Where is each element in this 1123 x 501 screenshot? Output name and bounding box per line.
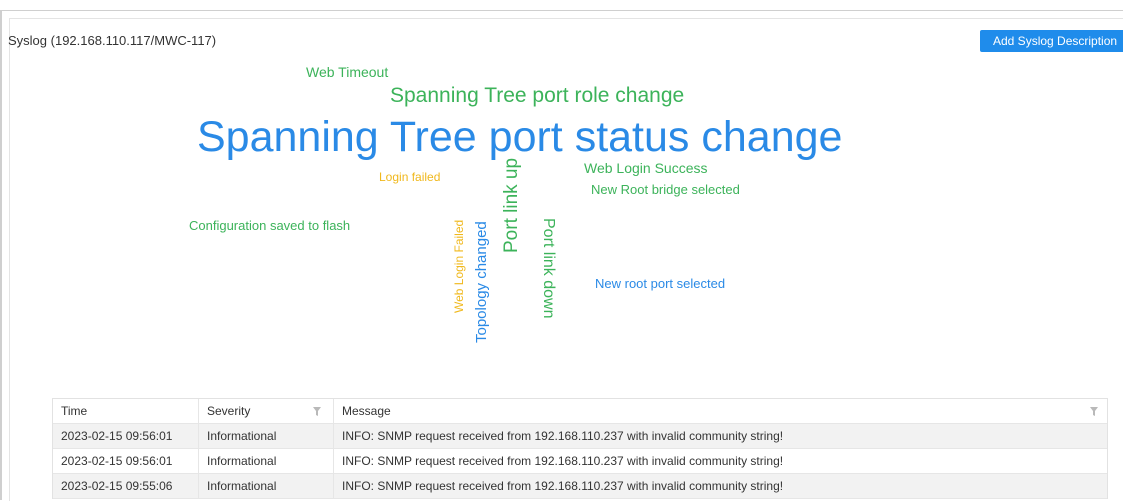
syslog-table: Time Severity Message 2023-02-15 09:56:0… — [52, 398, 1108, 499]
word-web-timeout[interactable]: Web Timeout — [306, 65, 388, 79]
word-new-root-port-selected[interactable]: New root port selected — [595, 277, 725, 290]
filter-icon[interactable] — [313, 407, 321, 416]
table-body: 2023-02-15 09:56:01 Informational INFO: … — [53, 424, 1107, 499]
cell-time: 2023-02-15 09:56:01 — [53, 449, 199, 473]
table-header: Time Severity Message — [53, 399, 1107, 424]
cell-time: 2023-02-15 09:56:01 — [53, 424, 199, 448]
table-row[interactable]: 2023-02-15 09:56:01 Informational INFO: … — [53, 424, 1107, 449]
word-topology-changed[interactable]: Topology changed — [473, 221, 490, 343]
column-header-severity-label: Severity — [207, 404, 251, 418]
column-header-message-label: Message — [342, 404, 391, 418]
table-row[interactable]: 2023-02-15 09:55:06 Informational INFO: … — [53, 474, 1107, 499]
add-syslog-description-button[interactable]: Add Syslog Description — [980, 30, 1123, 52]
word-web-login-success[interactable]: Web Login Success — [584, 161, 707, 175]
window-border-left — [0, 10, 2, 500]
column-header-message[interactable]: Message — [334, 399, 1107, 423]
word-spanning-tree-port-role-change[interactable]: Spanning Tree port role change — [390, 85, 684, 106]
word-login-failed[interactable]: Login failed — [379, 171, 440, 183]
cell-message: INFO: SNMP request received from 192.168… — [342, 479, 784, 493]
filter-icon[interactable] — [1090, 407, 1098, 416]
cell-severity: Informational — [199, 424, 334, 448]
column-header-time[interactable]: Time — [53, 399, 199, 423]
panel-title: Syslog (192.168.110.117/MWC-117) — [8, 33, 217, 48]
word-spanning-tree-port-status-change[interactable]: Spanning Tree port status change — [197, 116, 842, 159]
cell-time: 2023-02-15 09:55:06 — [53, 474, 199, 498]
column-header-time-label: Time — [61, 404, 88, 418]
word-configuration-saved-to-flash[interactable]: Configuration saved to flash — [189, 219, 350, 232]
word-port-link-up[interactable]: Port link up — [501, 158, 522, 253]
word-web-login-failed[interactable]: Web Login Failed — [452, 220, 466, 313]
word-port-link-down[interactable]: Port link down — [540, 218, 557, 319]
cell-message: INFO: SNMP request received from 192.168… — [342, 429, 784, 443]
word-new-root-bridge-selected[interactable]: New Root bridge selected — [591, 183, 740, 196]
table-row[interactable]: 2023-02-15 09:56:01 Informational INFO: … — [53, 449, 1107, 474]
cell-severity: Informational — [199, 474, 334, 498]
window-border-top — [0, 10, 1123, 11]
cell-message: INFO: SNMP request received from 192.168… — [342, 454, 784, 468]
column-header-severity[interactable]: Severity — [199, 399, 334, 423]
cell-severity: Informational — [199, 449, 334, 473]
